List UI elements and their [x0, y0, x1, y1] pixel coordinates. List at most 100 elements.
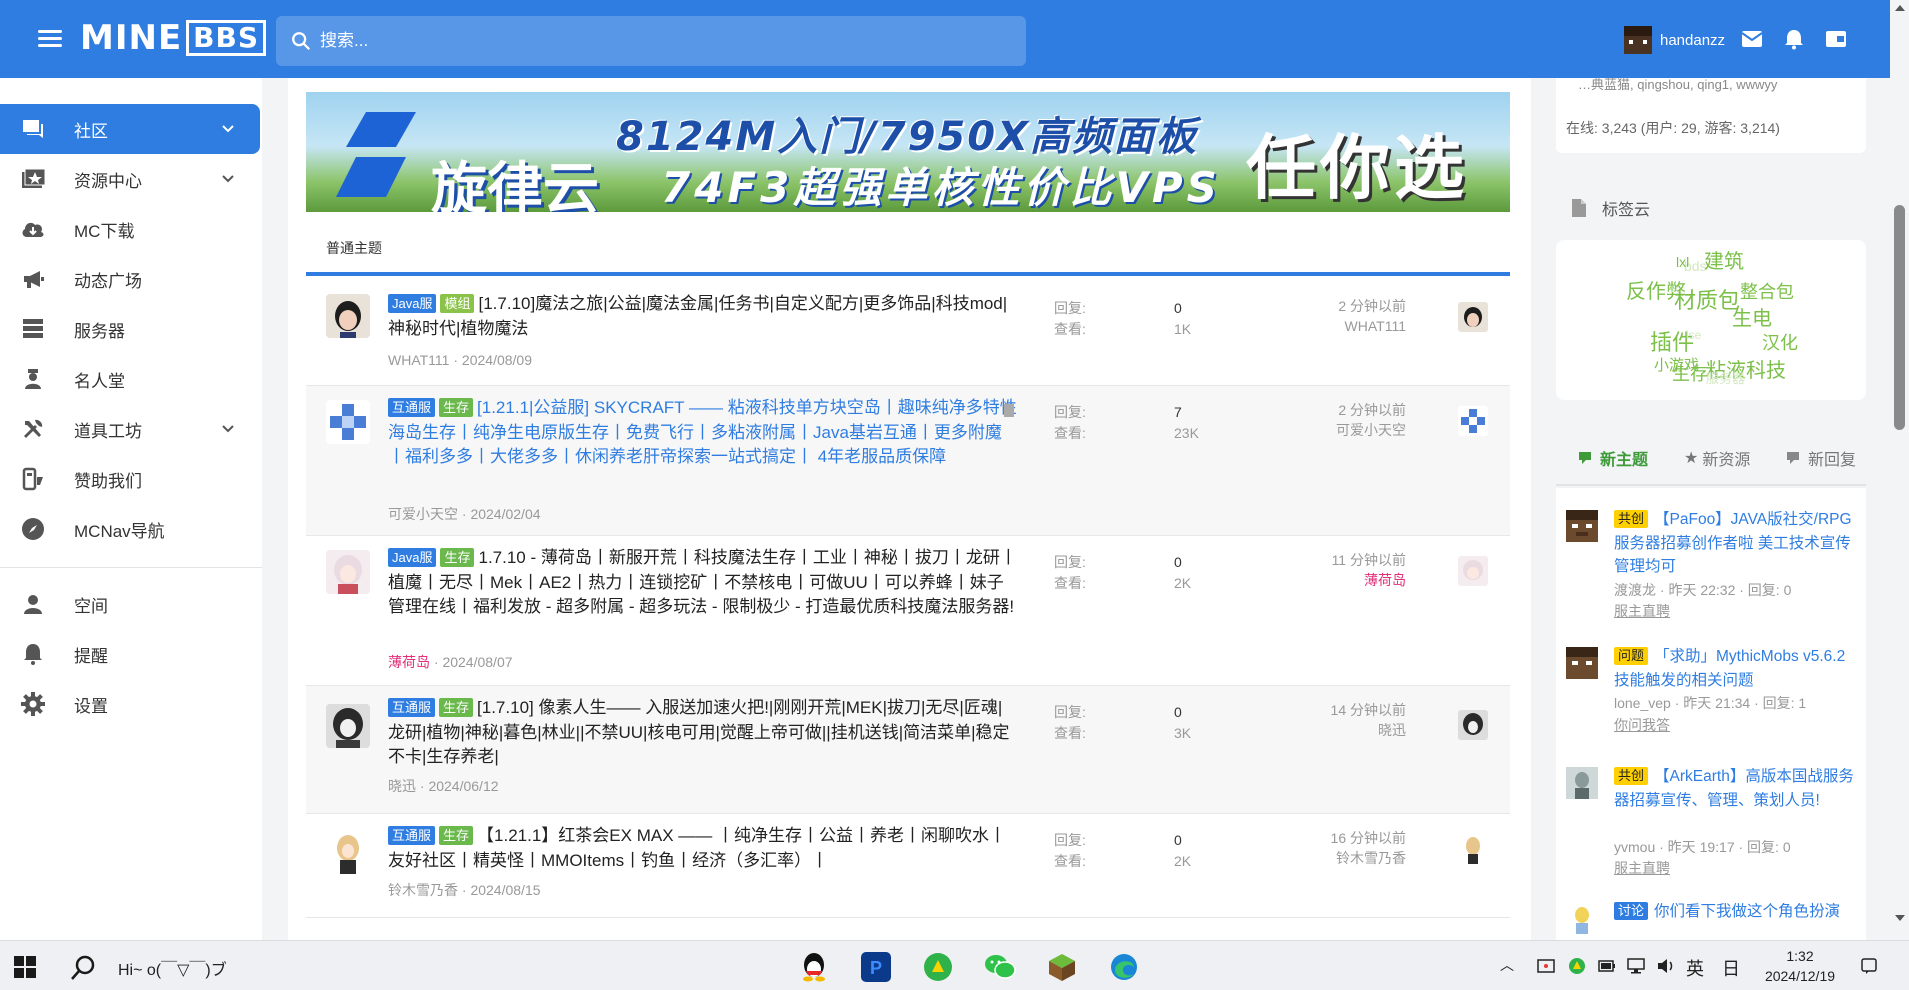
feed-title[interactable]: 讨论 你们看下我做这个角色扮演 [1614, 900, 1854, 924]
prefix-badge[interactable]: 互通服 [388, 398, 436, 417]
tag-link[interactable]: lse [1686, 328, 1701, 342]
last-poster-avatar[interactable] [1458, 556, 1488, 586]
ime-mode[interactable]: 日 [1722, 955, 1740, 981]
thread-title-text[interactable]: 【1.21.1】红茶会EX MAX —— 丨纯净生存丨公益丨养老丨闲聊吹水丨友好… [388, 826, 1006, 870]
tab-new-threads[interactable]: 新主题 [1578, 446, 1648, 470]
last-post-user[interactable]: 铃木雪乃香 [1206, 848, 1406, 868]
green-app-icon[interactable] [920, 949, 956, 985]
prefix-badge[interactable]: 互通服 [388, 826, 436, 845]
sidebar-item-space[interactable]: 空间 [0, 579, 260, 629]
thread-title[interactable]: Java服 模组 [1.7.10]魔法之旅|公益|魔法金属|任务书|自定义配方|更多… [388, 292, 1018, 341]
feed-title-text[interactable]: 【PaFoo】JAVA版社交/RPG服务器招募创作者啦 美工技术宣传管理均可 [1614, 511, 1852, 575]
feed-item[interactable]: 共创 【PaFoo】JAVA版社交/RPG服务器招募创作者啦 美工技术宣传管理均可… [1566, 508, 1856, 628]
prefix-badge[interactable]: 模组 [440, 294, 475, 313]
prefix-badge[interactable]: 互通服 [388, 698, 436, 717]
tag-link[interactable]: 服务器 [1706, 368, 1745, 387]
last-post-info[interactable]: 2 分钟以前 可爱小天空 [1206, 400, 1406, 440]
last-post-info[interactable]: 2 分钟以前 WHAT111 [1206, 296, 1406, 336]
tag-link[interactable]: 整合包 [1740, 278, 1794, 304]
notification-icon[interactable] [1860, 957, 1878, 975]
chevron-up-icon[interactable]: ︿ [1500, 955, 1514, 975]
feed-forum-link[interactable]: 你问我答 [1614, 715, 1670, 735]
feed-title[interactable]: 共创 【ArkEarth】高版本国战服务器招募宣传、管理、策划人员! [1614, 765, 1854, 812]
thread-author[interactable]: WHAT111 [388, 352, 449, 368]
menu-icon[interactable] [32, 26, 68, 52]
thread-title[interactable]: 互通服 生存 【1.21.1】红茶会EX MAX —— 丨纯净生存丨公益丨养老丨闲聊… [388, 824, 1018, 873]
chevron-down-icon[interactable] [222, 172, 234, 184]
feed-title-text[interactable]: 「求助」MythicMobs v5.6.2 技能触发的相关问题 [1614, 648, 1845, 689]
p-app-icon[interactable]: P [858, 949, 894, 985]
tag-link[interactable]: lxl [1676, 254, 1689, 270]
prefix-badge[interactable]: Java服 [388, 294, 437, 313]
feed-title[interactable]: 共创 【PaFoo】JAVA版社交/RPG服务器招募创作者啦 美工技术宣传管理均可 [1614, 508, 1854, 579]
thread-title[interactable]: Java服 生存 1.7.10 - 薄荷岛丨新服开荒丨科技魔法生存丨工业丨神秘丨拔刀… [388, 546, 1018, 620]
thread-author[interactable]: 晓迅 [388, 778, 416, 794]
last-post-user[interactable]: WHAT111 [1206, 316, 1406, 336]
scroll-down-icon[interactable] [1895, 915, 1905, 921]
last-post-user[interactable]: 可爱小天空 [1206, 420, 1406, 440]
prefix-badge[interactable]: 生存 [439, 826, 474, 845]
search-icon[interactable] [68, 953, 98, 983]
tag-link[interactable]: 材质包 [1674, 283, 1740, 315]
scroll-up-icon[interactable] [1895, 5, 1905, 11]
ime-language[interactable]: 英 [1686, 955, 1704, 981]
windows-start-icon[interactable] [14, 956, 36, 978]
search-input[interactable] [320, 31, 920, 51]
sidebar-item-servers[interactable]: 服务器 [0, 304, 260, 354]
search-bar[interactable] [276, 16, 1026, 66]
thread-title-text[interactable]: [1.7.10]魔法之旅|公益|魔法金属|任务书|自定义配方|更多饰品|科技mo… [388, 294, 1007, 338]
chevron-down-icon[interactable] [222, 122, 234, 134]
chevron-down-icon[interactable] [222, 422, 234, 434]
site-logo[interactable]: MINE BBS [80, 18, 267, 58]
thread-author[interactable]: 薄荷岛 [388, 654, 430, 670]
feed-forum-link[interactable]: 服主直聘 [1614, 601, 1670, 621]
sidebar-item-mc-download[interactable]: MC下载 [0, 204, 260, 254]
last-poster-avatar[interactable] [1458, 834, 1488, 864]
wechat-app-icon[interactable] [982, 949, 1018, 985]
system-clock[interactable]: 1:32 2024/12/19 [1755, 946, 1845, 986]
thread-title-text[interactable]: [1.21.1|公益服] SKYCRAFT —— 粘液科技单方块空岛丨趣味纯净多… [388, 398, 1017, 466]
edge-browser-icon[interactable] [1106, 949, 1142, 985]
thread-author[interactable]: 可爱小天空 [388, 506, 458, 522]
last-post-info[interactable]: 14 分钟以前 晓迅 [1206, 700, 1406, 740]
sidebar-item-tools[interactable]: 道具工坊 [0, 404, 260, 454]
wallet-icon[interactable] [1824, 28, 1848, 50]
sidebar-item-alerts[interactable]: 提醒 [0, 629, 260, 679]
minecraft-app-icon[interactable] [1044, 949, 1080, 985]
prefix-badge[interactable]: 生存 [440, 548, 475, 567]
feed-title-text[interactable]: 你们看下我做这个角色扮演 [1654, 903, 1840, 920]
ad-banner[interactable]: 旋律云 8124M入门/7950X高频面板 74F3超强单核性价比VPS 任你选… [306, 92, 1510, 212]
qq-app-icon[interactable] [796, 949, 832, 985]
scroll-thumb[interactable] [1894, 205, 1905, 430]
thread-title[interactable]: 互通服 生存 [1.7.10] 像素人生—— 入服送加速火把!|刚刚开荒|MEK|拔… [388, 696, 1018, 770]
thread-row[interactable]: Java服 生存 1.7.10 - 薄荷岛丨新服开荒丨科技魔法生存丨工业丨神秘丨拔刀… [306, 536, 1510, 686]
feed-item[interactable]: 问题 「求助」MythicMobs v5.6.2 技能触发的相关问题 lone_v… [1566, 645, 1856, 745]
thread-row[interactable]: 互通服 生存 [1.7.10] 像素人生—— 入服送加速火把!|刚刚开荒|MEK|拔… [306, 686, 1510, 814]
battery-icon[interactable] [1598, 959, 1616, 973]
tab-new-resources[interactable]: ★ 新资源 [1684, 446, 1750, 470]
taskbar-search-text[interactable]: Hi~ o(￣▽￣)ブ [118, 956, 227, 980]
thread-title[interactable]: 互通服 生存 [1.21.1|公益服] SKYCRAFT —— 粘液科技单方块空岛丨… [388, 396, 1018, 470]
volume-icon[interactable] [1656, 957, 1676, 975]
last-poster-avatar[interactable] [1458, 710, 1488, 740]
thread-row[interactable]: 互通服 生存 [1.21.1|公益服] SKYCRAFT —— 粘液科技单方块空岛丨… [306, 386, 1510, 536]
feed-item[interactable]: 讨论 你们看下我做这个角色扮演 [1566, 900, 1856, 940]
thread-row[interactable]: Java服 模组 [1.7.10]魔法之旅|公益|魔法金属|任务书|自定义配方|更多… [306, 282, 1510, 386]
feed-item[interactable]: 共创 【ArkEarth】高版本国战服务器招募宣传、管理、策划人员! yvmou … [1566, 765, 1856, 885]
last-poster-avatar[interactable] [1458, 302, 1488, 332]
thread-author[interactable]: 铃木雪乃香 [388, 882, 458, 898]
sidebar-item-resources[interactable]: 资源中心 [0, 154, 260, 204]
prefix-badge[interactable]: 生存 [439, 398, 474, 417]
mail-icon[interactable] [1740, 28, 1764, 50]
tag-link[interactable]: 生存 [1672, 360, 1708, 386]
tag-link[interactable]: 汉化 [1762, 329, 1798, 355]
last-post-info[interactable]: 16 分钟以前 铃木雪乃香 [1206, 828, 1406, 868]
feed-title[interactable]: 问题 「求助」MythicMobs v5.6.2 技能触发的相关问题 [1614, 645, 1854, 692]
last-poster-avatar[interactable] [1458, 406, 1488, 436]
network-icon[interactable] [1626, 957, 1646, 975]
sidebar-item-mcnav[interactable]: MCNav导航 [0, 504, 260, 554]
prefix-badge[interactable]: 生存 [439, 698, 474, 717]
thread-row[interactable]: 互通服 生存 【1.21.1】红茶会EX MAX —— 丨纯净生存丨公益丨养老丨闲聊… [306, 814, 1510, 918]
sidebar-item-community[interactable]: 社区 [0, 104, 260, 154]
tab-normal-threads[interactable]: 普通主题 [326, 238, 382, 258]
